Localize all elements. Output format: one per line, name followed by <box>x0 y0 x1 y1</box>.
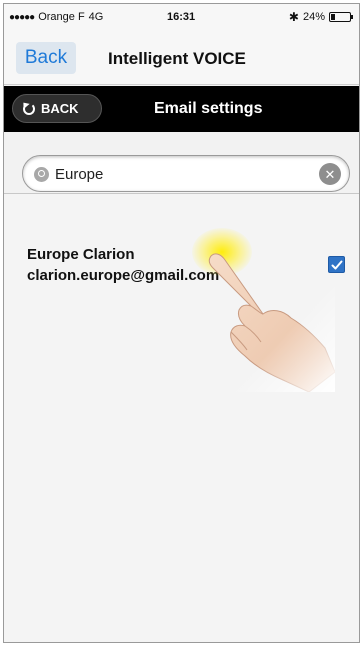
search-input[interactable] <box>55 162 315 186</box>
page-header: BACK Email settings <box>4 86 359 132</box>
clear-search-icon[interactable]: ✕ <box>319 163 341 185</box>
search-area: ✕ <box>4 132 359 194</box>
search-icon <box>34 167 49 182</box>
app-frame: ●●●●● Orange F 4G 16:31 ✱ 24% Back Intel… <box>3 3 360 643</box>
list-item[interactable] <box>4 4 359 92</box>
search-box[interactable]: ✕ <box>22 155 350 192</box>
header-back-button[interactable]: BACK <box>12 94 102 123</box>
page-title: Email settings <box>154 100 263 117</box>
select-checkbox[interactable] <box>328 256 345 273</box>
header-back-label: BACK <box>41 101 79 116</box>
checkmark-icon <box>331 260 342 269</box>
undo-arrow-icon <box>23 102 35 115</box>
results-list <box>4 195 359 642</box>
